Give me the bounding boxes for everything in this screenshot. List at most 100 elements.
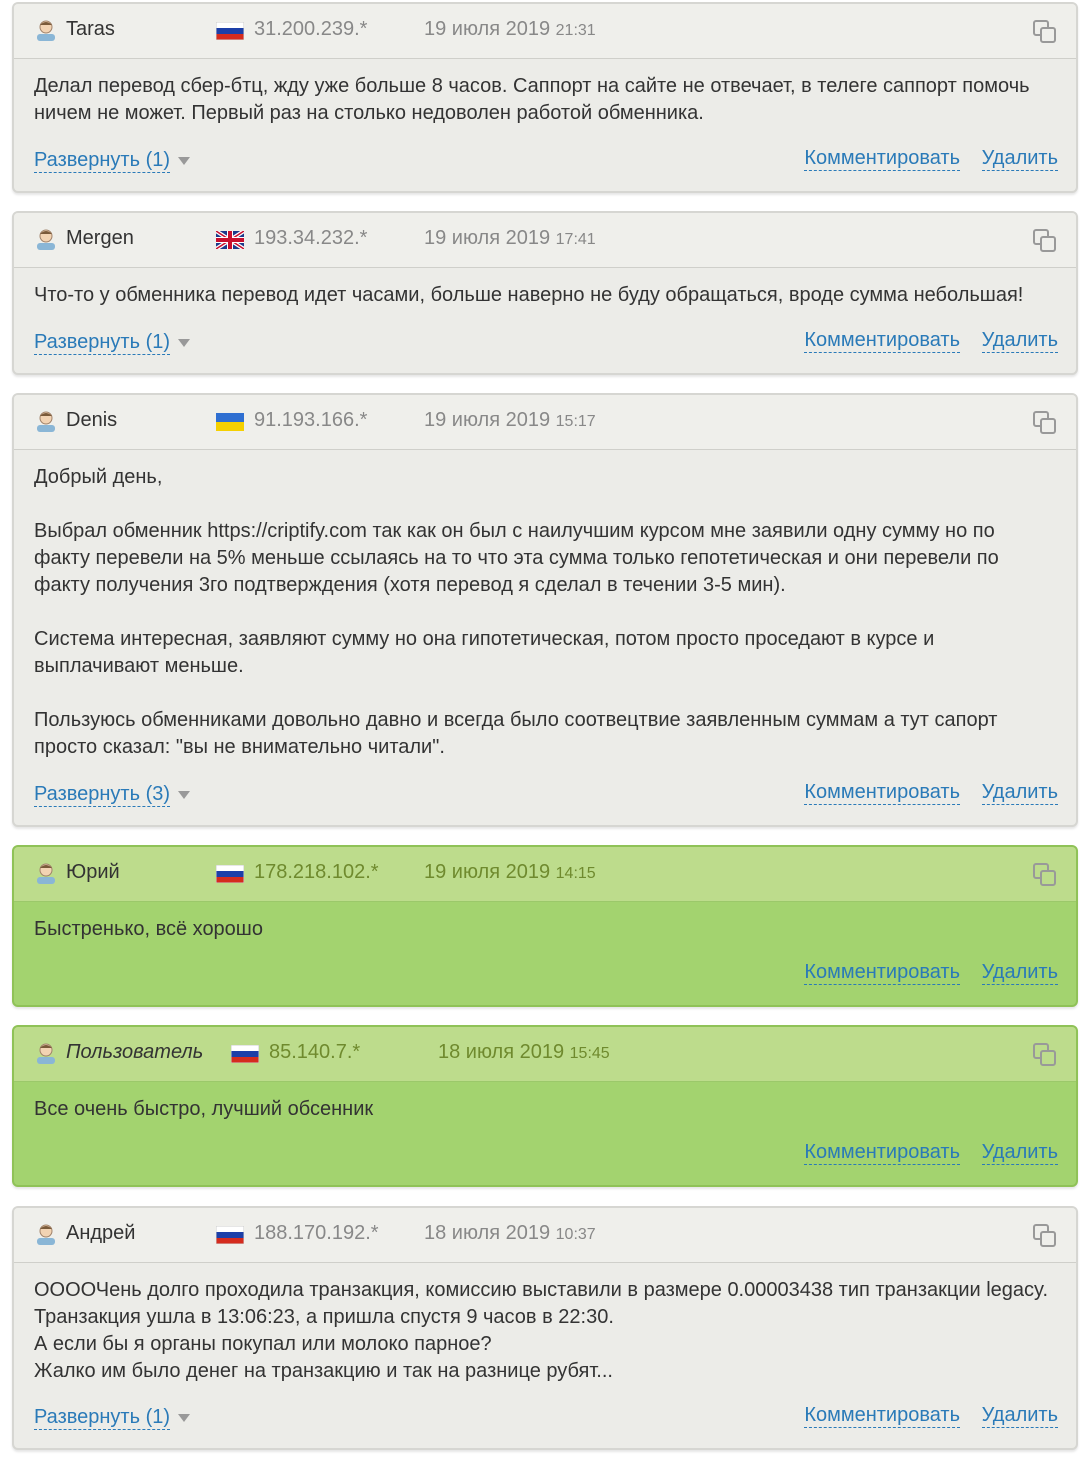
delete-button[interactable]: Удалить bbox=[981, 1141, 1058, 1165]
comment-button[interactable]: Комментировать bbox=[804, 329, 960, 353]
delete-button[interactable]: Удалить bbox=[981, 1404, 1058, 1428]
time-text: 15:17 bbox=[555, 413, 596, 430]
flag-ru-icon bbox=[216, 22, 244, 40]
user-avatar-icon bbox=[37, 863, 55, 884]
review-footer: Комментировать Удалить bbox=[14, 957, 1076, 987]
date-text: 19 июля 2019 bbox=[424, 409, 551, 431]
ip-address: 31.200.239.* bbox=[254, 18, 368, 40]
chevron-down-icon bbox=[178, 1414, 190, 1422]
expand-link[interactable]: Развернуть (1) bbox=[34, 1406, 171, 1430]
review-card: Denis 91.193.166.* 19 июля 2019 15:17 До… bbox=[12, 393, 1078, 827]
review-text: Все очень быстро, лучший обсенник bbox=[14, 1082, 1076, 1123]
user-avatar-icon bbox=[37, 1224, 55, 1245]
author-name: Taras bbox=[66, 18, 115, 40]
date-text: 18 июля 2019 bbox=[424, 1222, 551, 1244]
comment-button[interactable]: Комментировать bbox=[804, 781, 960, 805]
copy-icon[interactable] bbox=[1032, 1223, 1058, 1249]
review-line: А если бы я органы покупал или молоко па… bbox=[34, 1333, 492, 1355]
author-name: Denis bbox=[66, 409, 118, 431]
user-avatar-icon bbox=[37, 229, 55, 250]
review-date: 19 июля 2019 15:17 bbox=[424, 409, 596, 432]
author-name: Андрей bbox=[66, 1222, 136, 1244]
time-text: 10:37 bbox=[555, 1226, 596, 1243]
review-text: Добрый день, Выбрал обменник https://cri… bbox=[14, 450, 1076, 761]
date-text: 19 июля 2019 bbox=[424, 18, 551, 40]
review-line: Жалко им было денег на транзакцию и так … bbox=[34, 1360, 613, 1382]
user-avatar-icon bbox=[37, 411, 55, 432]
review-date: 18 июля 2019 15:45 bbox=[438, 1041, 610, 1064]
review-footer: Развернуть (1) Комментировать Удалить bbox=[14, 1400, 1076, 1430]
expand-link[interactable]: Развернуть (1) bbox=[34, 149, 171, 173]
author-name: Пользователь bbox=[66, 1041, 204, 1063]
review-paragraph: Делал перевод сбер-бтц, жду уже больше 8… bbox=[34, 75, 1030, 124]
flag-gb-icon bbox=[216, 231, 244, 249]
review-line: Транзакция ушла в 13:06:23, а пришла спу… bbox=[34, 1306, 614, 1328]
review-card: Mergen 193.34.232.* 19 июля 2019 17:41 Ч… bbox=[12, 211, 1078, 375]
ip-address: 193.34.232.* bbox=[254, 227, 368, 249]
chevron-down-icon bbox=[178, 157, 190, 165]
date-text: 18 июля 2019 bbox=[438, 1041, 565, 1063]
review-header: Юрий 178.218.102.* 19 июля 2019 14:15 bbox=[14, 847, 1076, 902]
review-paragraph: Добрый день, bbox=[34, 466, 163, 488]
comment-button[interactable]: Комментировать bbox=[804, 1141, 960, 1165]
expand-link[interactable]: Развернуть (3) bbox=[34, 783, 171, 807]
review-header: Mergen 193.34.232.* 19 июля 2019 17:41 bbox=[14, 213, 1076, 268]
review-footer: Развернуть (1) Комментировать Удалить bbox=[14, 143, 1076, 173]
copy-icon[interactable] bbox=[1032, 19, 1058, 45]
delete-button[interactable]: Удалить bbox=[981, 147, 1058, 171]
review-header: Denis 91.193.166.* 19 июля 2019 15:17 bbox=[14, 395, 1076, 450]
review-date: 19 июля 2019 21:31 bbox=[424, 18, 596, 41]
chevron-down-icon bbox=[178, 791, 190, 799]
ip-address: 91.193.166.* bbox=[254, 409, 368, 431]
flag-ru-icon bbox=[231, 1045, 259, 1063]
comment-button[interactable]: Комментировать bbox=[804, 1404, 960, 1428]
review-paragraph: Выбрал обменник https://criptify.com так… bbox=[34, 520, 999, 596]
author-name: Юрий bbox=[66, 861, 120, 883]
review-paragraph: Пользуюсь обменниками довольно давно и в… bbox=[34, 709, 998, 758]
review-header: Андрей 188.170.192.* 18 июля 2019 10:37 bbox=[14, 1208, 1076, 1263]
review-footer: Развернуть (3) Комментировать Удалить bbox=[14, 777, 1076, 807]
date-text: 19 июля 2019 bbox=[424, 227, 551, 249]
time-text: 14:15 bbox=[555, 865, 596, 882]
flag-ru-icon bbox=[216, 865, 244, 883]
ip-address: 178.218.102.* bbox=[254, 861, 379, 883]
review-card: Андрей 188.170.192.* 18 июля 2019 10:37 … bbox=[12, 1206, 1078, 1450]
time-text: 17:41 bbox=[555, 231, 596, 248]
copy-icon[interactable] bbox=[1032, 410, 1058, 436]
copy-icon[interactable] bbox=[1032, 228, 1058, 254]
review-date: 18 июля 2019 10:37 bbox=[424, 1222, 596, 1245]
review-text: Что-то у обменника перевод идет часами, … bbox=[14, 268, 1076, 309]
date-text: 19 июля 2019 bbox=[424, 861, 551, 883]
flag-ua-icon bbox=[216, 413, 244, 431]
review-text: ООООЧень долго проходила транзакция, ком… bbox=[14, 1263, 1076, 1385]
review-line: ООООЧень долго проходила транзакция, ком… bbox=[34, 1279, 1049, 1301]
delete-button[interactable]: Удалить bbox=[981, 961, 1058, 985]
expand-link[interactable]: Развернуть (1) bbox=[34, 331, 171, 355]
user-avatar-icon bbox=[37, 20, 55, 41]
time-text: 21:31 bbox=[555, 22, 596, 39]
review-paragraph: Все очень быстро, лучший обсенник bbox=[34, 1098, 374, 1120]
review-footer: Комментировать Удалить bbox=[14, 1137, 1076, 1167]
review-footer: Развернуть (1) Комментировать Удалить bbox=[14, 325, 1076, 355]
review-date: 19 июля 2019 17:41 bbox=[424, 227, 596, 250]
review-date: 19 июля 2019 14:15 bbox=[424, 861, 596, 884]
review-card: Taras 31.200.239.* 19 июля 2019 21:31 Де… bbox=[12, 2, 1078, 193]
chevron-down-icon bbox=[178, 339, 190, 347]
user-avatar-icon bbox=[37, 1043, 55, 1064]
copy-icon[interactable] bbox=[1032, 862, 1058, 888]
review-text: Делал перевод сбер-бтц, жду уже больше 8… bbox=[14, 59, 1076, 127]
review-card: Пользователь 85.140.7.* 18 июля 2019 15:… bbox=[12, 1025, 1078, 1187]
flag-ru-icon bbox=[216, 1226, 244, 1244]
time-text: 15:45 bbox=[569, 1045, 610, 1062]
delete-button[interactable]: Удалить bbox=[981, 781, 1058, 805]
review-header: Taras 31.200.239.* 19 июля 2019 21:31 bbox=[14, 4, 1076, 59]
comment-button[interactable]: Комментировать bbox=[804, 961, 960, 985]
author-name: Mergen bbox=[66, 227, 134, 249]
review-card: Юрий 178.218.102.* 19 июля 2019 14:15 Бы… bbox=[12, 845, 1078, 1007]
copy-icon[interactable] bbox=[1032, 1042, 1058, 1068]
ip-address: 188.170.192.* bbox=[254, 1222, 379, 1244]
review-paragraph: Система интересная, заявляют сумму но он… bbox=[34, 628, 935, 677]
comment-button[interactable]: Комментировать bbox=[804, 147, 960, 171]
delete-button[interactable]: Удалить bbox=[981, 329, 1058, 353]
review-paragraph: Быстренько, всё хорошо bbox=[34, 918, 263, 940]
